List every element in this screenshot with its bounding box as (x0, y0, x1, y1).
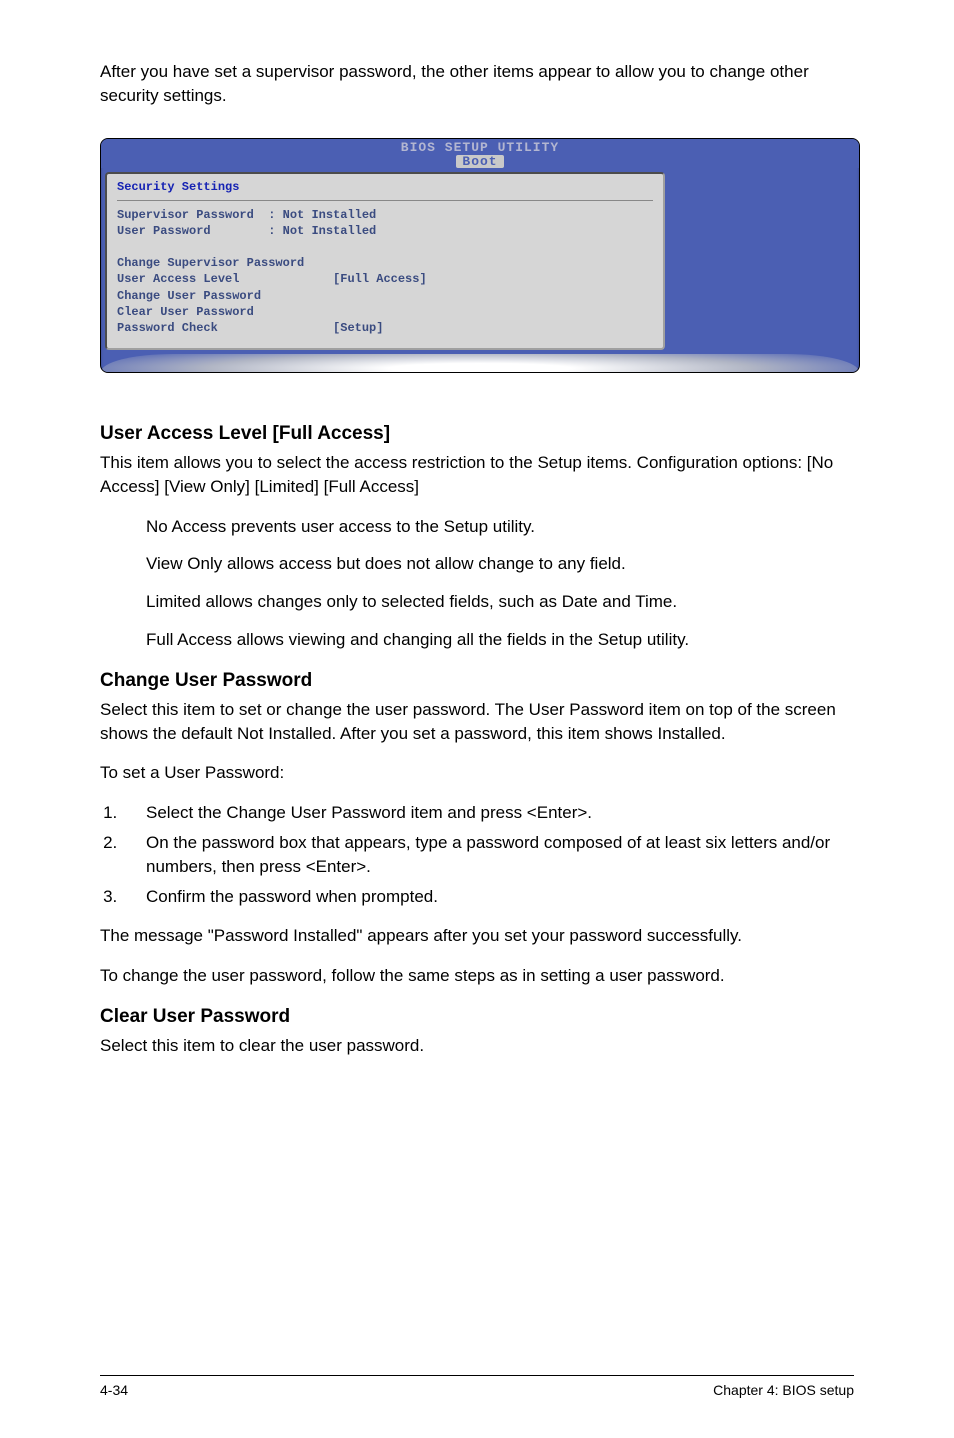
change-user-step-1: Select the Change User Password item and… (122, 801, 854, 825)
password-check-label: Password Check (117, 321, 218, 335)
bios-section-heading: Security Settings (117, 180, 653, 194)
bios-right-panel (665, 172, 855, 351)
bios-bottom-curve (101, 354, 859, 372)
heading-clear-user-password: Clear User Password (100, 1006, 854, 1028)
ual-option-no-access: No Access prevents user access to the Se… (146, 515, 854, 539)
page-number: 4-34 (100, 1382, 128, 1398)
user-access-level-value: [Full Access] (333, 272, 427, 286)
ual-description: This item allows you to select the acces… (100, 451, 854, 499)
change-user-p2: To set a User Password: (100, 761, 854, 785)
supervisor-password-label: Supervisor Password (117, 208, 254, 222)
ual-option-view-only: View Only allows access but does not all… (146, 552, 854, 576)
clear-user-password-item: Clear User Password (117, 305, 254, 319)
bios-divider (117, 200, 653, 201)
change-supervisor-password-item: Change Supervisor Password (117, 256, 304, 270)
change-user-steps: Select the Change User Password item and… (122, 801, 854, 908)
change-user-p4: To change the user password, follow the … (100, 964, 854, 988)
user-password-value: : Not Installed (268, 224, 376, 238)
clear-user-p1: Select this item to clear the user passw… (100, 1034, 854, 1058)
user-access-level-label: User Access Level (117, 272, 239, 286)
ual-options-list: No Access prevents user access to the Se… (146, 515, 854, 652)
page-footer: 4-34 Chapter 4: BIOS setup (100, 1375, 854, 1398)
change-user-password-item: Change User Password (117, 289, 261, 303)
heading-user-access-level: User Access Level [Full Access] (100, 423, 854, 445)
bios-screenshot: BIOS SETUP UTILITY Boot Security Setting… (100, 138, 860, 374)
change-user-step-2: On the password box that appears, type a… (122, 831, 854, 879)
change-user-step-3: Confirm the password when prompted. (122, 885, 854, 909)
change-user-p1: Select this item to set or change the us… (100, 698, 854, 746)
password-check-value: [Setup] (333, 321, 383, 335)
intro-paragraph: After you have set a supervisor password… (100, 60, 854, 108)
footer-rule (100, 1375, 854, 1376)
change-user-p3: The message "Password Installed" appears… (100, 924, 854, 948)
user-password-label: User Password (117, 224, 211, 238)
bios-body: Security Settings Supervisor Password : … (101, 168, 859, 355)
bios-active-tab: Boot (456, 155, 503, 168)
supervisor-password-value: : Not Installed (268, 208, 376, 222)
ual-option-full-access: Full Access allows viewing and changing … (146, 628, 854, 652)
ual-option-limited: Limited allows changes only to selected … (146, 590, 854, 614)
chapter-label: Chapter 4: BIOS setup (713, 1382, 854, 1398)
bios-title-bar: BIOS SETUP UTILITY Boot (101, 139, 859, 168)
heading-change-user-password: Change User Password (100, 670, 854, 692)
bios-left-panel: Security Settings Supervisor Password : … (105, 172, 665, 351)
bios-title-text: BIOS SETUP UTILITY (401, 140, 559, 155)
